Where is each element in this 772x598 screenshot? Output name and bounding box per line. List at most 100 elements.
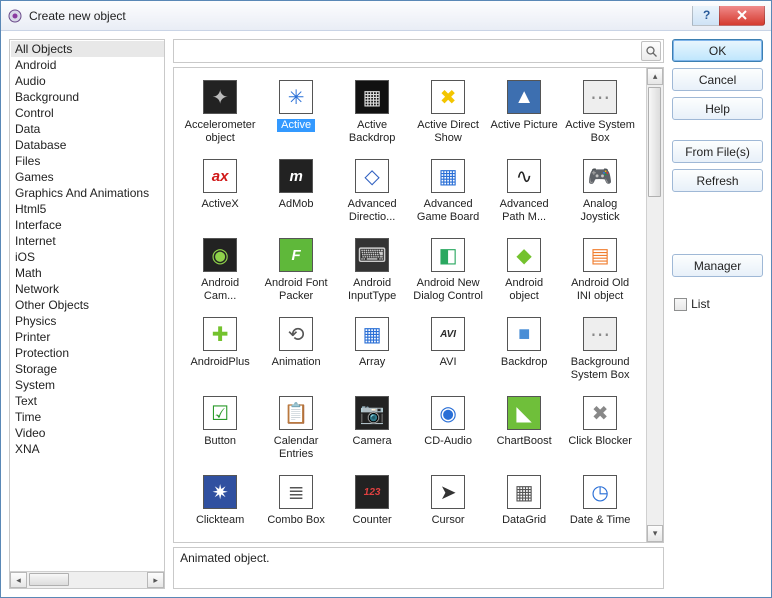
search-input[interactable] — [178, 44, 641, 58]
object-icon: ◇ — [355, 159, 389, 193]
object-item[interactable]: ◧Android New Dialog Control — [410, 234, 486, 313]
object-icon: ▦ — [431, 159, 465, 193]
object-item[interactable]: ➤Cursor — [410, 471, 486, 537]
object-item[interactable]: ▦Active Backdrop — [334, 76, 410, 155]
search-button[interactable] — [641, 41, 661, 61]
object-item[interactable]: axActiveX — [182, 155, 258, 234]
sidebar-item[interactable]: Control — [11, 105, 164, 121]
object-item[interactable]: ✷Clickteam — [182, 471, 258, 537]
object-label: Active — [277, 119, 315, 132]
object-item[interactable]: ▲Active Picture — [486, 76, 562, 155]
sidebar-item[interactable]: XNA — [11, 441, 164, 457]
object-item[interactable]: 🎮Analog Joystick — [562, 155, 638, 234]
object-item[interactable]: ⋯Background System Box — [562, 313, 638, 392]
object-item[interactable]: ◉CD-Audio — [410, 392, 486, 471]
sidebar-item[interactable]: Printer — [11, 329, 164, 345]
object-item[interactable]: ☑Button — [182, 392, 258, 471]
sidebar-item[interactable]: iOS — [11, 249, 164, 265]
object-item[interactable]: ▦Advanced Game Board — [410, 155, 486, 234]
category-list[interactable]: All ObjectsAndroidAudioBackgroundControl… — [10, 40, 164, 571]
object-item[interactable]: mAdMob — [258, 155, 334, 234]
object-item[interactable]: ✖Active Direct Show — [410, 76, 486, 155]
object-item[interactable]: ⋯Active System Box — [562, 76, 638, 155]
sidebar-item[interactable]: Network — [11, 281, 164, 297]
sidebar-item[interactable]: Games — [11, 169, 164, 185]
object-item[interactable]: ∿Advanced Path M... — [486, 155, 562, 234]
object-item[interactable]: ◉Android Cam... — [182, 234, 258, 313]
object-item[interactable]: ✚AndroidPlus — [182, 313, 258, 392]
object-item[interactable]: ◷Date & Time — [562, 471, 638, 537]
object-item[interactable]: ▦Array — [334, 313, 410, 392]
sidebar-item[interactable]: Audio — [11, 73, 164, 89]
object-icon: ▦ — [507, 475, 541, 509]
object-label: Active System Box — [564, 119, 636, 145]
scroll-down-arrow[interactable]: ▾ — [647, 525, 663, 542]
sidebar-item[interactable]: Html5 — [11, 201, 164, 217]
object-item[interactable]: 📷Camera — [334, 392, 410, 471]
scroll-right-arrow[interactable]: ▸ — [147, 572, 164, 588]
object-item[interactable]: ✳Active — [258, 76, 334, 155]
object-item[interactable]: ◇Advanced Directio... — [334, 155, 410, 234]
sidebar-horizontal-scrollbar[interactable]: ◂ ▸ — [10, 571, 164, 588]
object-item[interactable]: ▤Android Old INI object — [562, 234, 638, 313]
sidebar-item[interactable]: Math — [11, 265, 164, 281]
object-label: Counter — [352, 514, 393, 527]
object-icon: ▦ — [355, 80, 389, 114]
sidebar-item[interactable]: Text — [11, 393, 164, 409]
scroll-track[interactable] — [647, 85, 663, 525]
object-item[interactable]: ≣Combo Box — [258, 471, 334, 537]
object-item[interactable]: ⟲Animation — [258, 313, 334, 392]
scroll-thumb[interactable] — [648, 87, 661, 197]
sidebar-item[interactable]: All Objects — [11, 41, 164, 57]
help-button[interactable]: Help — [672, 97, 763, 120]
sidebar-item[interactable]: Files — [11, 153, 164, 169]
refresh-button[interactable]: Refresh — [672, 169, 763, 192]
from-files-button[interactable]: From File(s) — [672, 140, 763, 163]
object-label: ChartBoost — [496, 435, 553, 448]
sidebar-item[interactable]: Storage — [11, 361, 164, 377]
object-item[interactable]: FAndroid Font Packer — [258, 234, 334, 313]
object-label: ActiveX — [200, 198, 239, 211]
object-item[interactable]: ◆Android object — [486, 234, 562, 313]
object-item[interactable]: ▦DataGrid — [486, 471, 562, 537]
sidebar-item[interactable]: Time — [11, 409, 164, 425]
scroll-left-arrow[interactable]: ◂ — [10, 572, 27, 588]
sidebar-item[interactable]: Data — [11, 121, 164, 137]
object-item[interactable]: 📋Calendar Entries Control — [258, 392, 334, 471]
list-checkbox[interactable]: List — [672, 297, 763, 311]
object-item[interactable]: ■Backdrop — [486, 313, 562, 392]
object-item[interactable]: ✖Click Blocker — [562, 392, 638, 471]
object-item[interactable]: ⌨Android InputType — [334, 234, 410, 313]
sidebar-item[interactable]: Internet — [11, 233, 164, 249]
object-grid[interactable]: ✦Accelerometer object✳Active▦Active Back… — [174, 68, 646, 542]
sidebar-item[interactable]: Protection — [11, 345, 164, 361]
scroll-up-arrow[interactable]: ▴ — [647, 68, 663, 85]
object-item[interactable]: ✦Accelerometer object — [182, 76, 258, 155]
cancel-button[interactable]: Cancel — [672, 68, 763, 91]
object-label: Animation — [271, 356, 322, 369]
object-icon: ▲ — [507, 80, 541, 114]
titlebar-help-button[interactable]: ? — [692, 6, 720, 26]
scroll-track[interactable] — [27, 572, 147, 588]
sidebar-item[interactable]: Background — [11, 89, 164, 105]
titlebar-close-button[interactable] — [719, 6, 765, 26]
sidebar-item[interactable]: Interface — [11, 217, 164, 233]
sidebar-item[interactable]: Android — [11, 57, 164, 73]
sidebar-item[interactable]: Other Objects — [11, 297, 164, 313]
object-item[interactable]: ◣ChartBoost — [486, 392, 562, 471]
ok-button[interactable]: OK — [672, 39, 763, 62]
sidebar-item[interactable]: Database — [11, 137, 164, 153]
object-item[interactable]: AVIAVI — [410, 313, 486, 392]
object-icon: ▤ — [583, 238, 617, 272]
sidebar-item[interactable]: Video — [11, 425, 164, 441]
list-checkbox-label: List — [691, 297, 710, 311]
object-label: Array — [358, 356, 386, 369]
sidebar-item[interactable]: System — [11, 377, 164, 393]
manager-button[interactable]: Manager — [672, 254, 763, 277]
grid-vertical-scrollbar[interactable]: ▴ ▾ — [646, 68, 663, 542]
app-icon — [7, 8, 23, 24]
sidebar-item[interactable]: Physics — [11, 313, 164, 329]
object-item[interactable]: 123Counter — [334, 471, 410, 537]
sidebar-item[interactable]: Graphics And Animations — [11, 185, 164, 201]
scroll-thumb[interactable] — [29, 573, 69, 586]
